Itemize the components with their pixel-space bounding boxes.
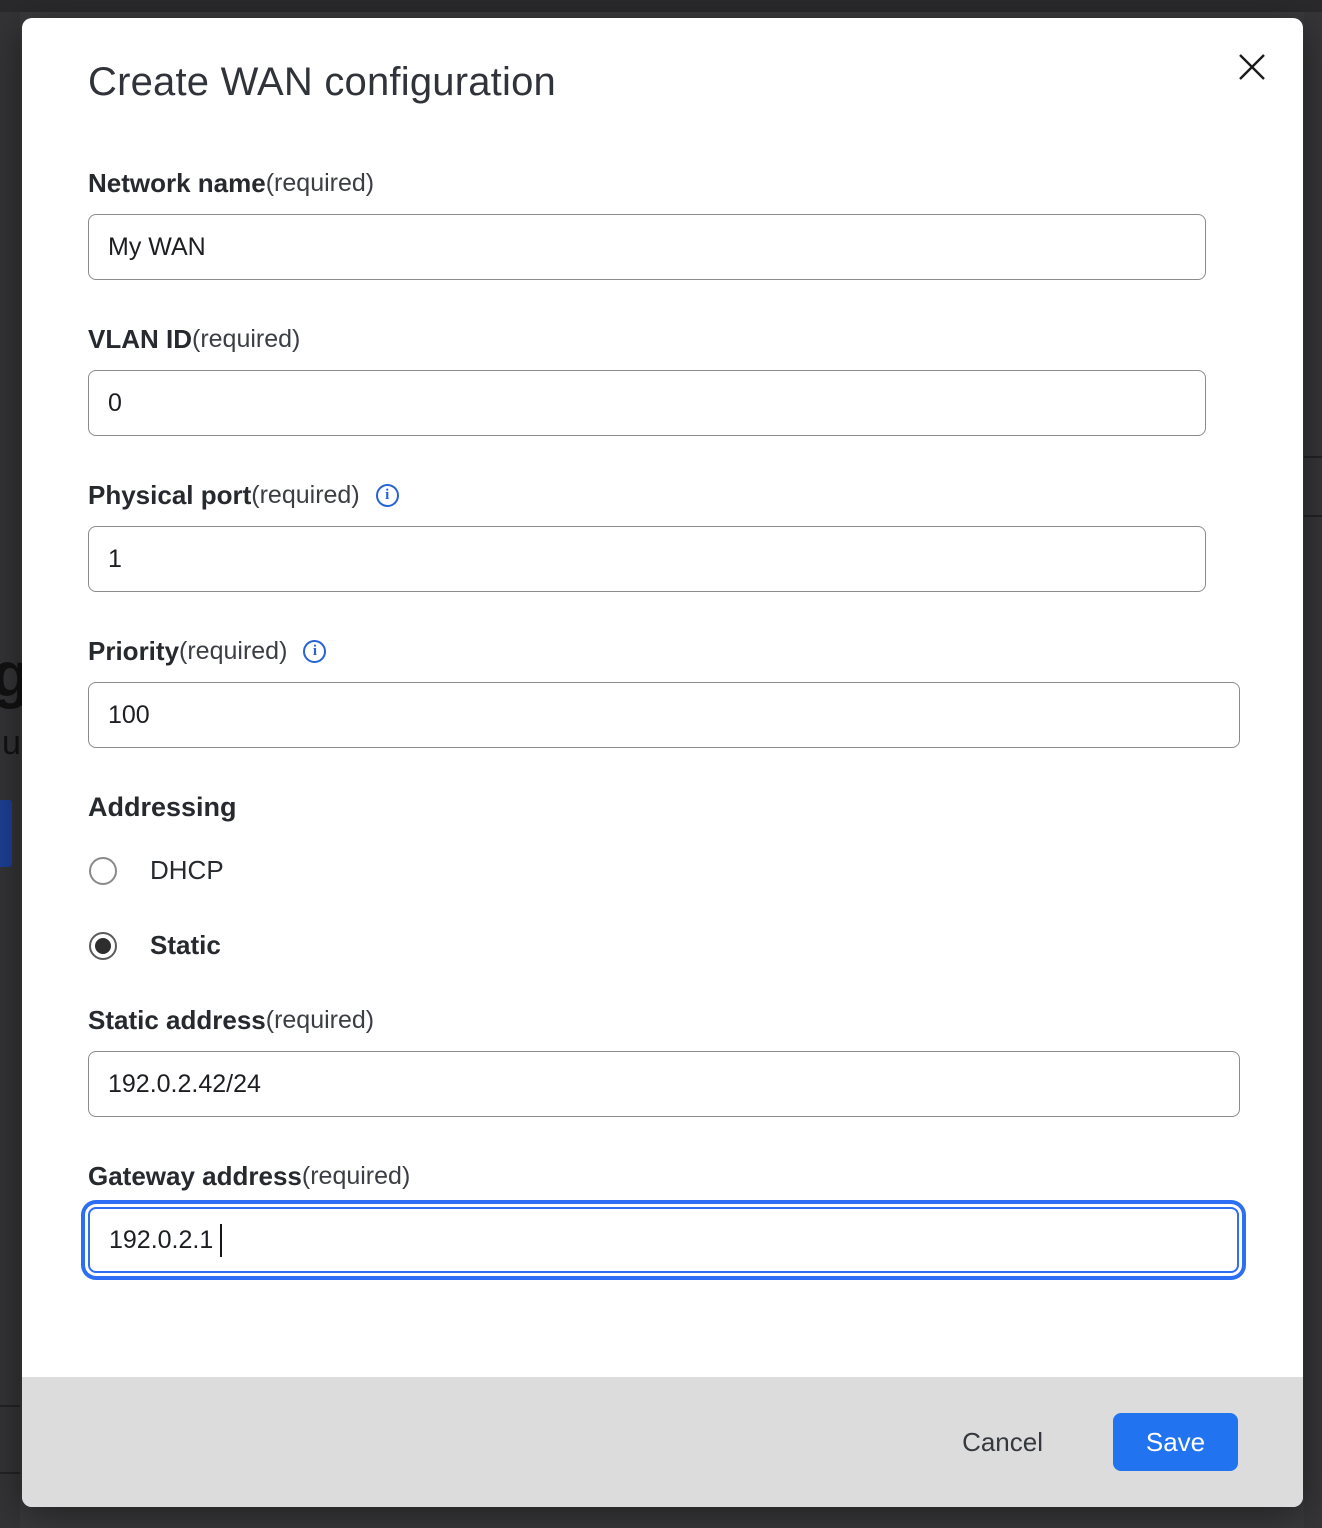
create-wan-dialog: Create WAN configuration Network name (r… (22, 18, 1303, 1507)
background-table-divider (0, 1472, 20, 1474)
background-text-fragment: u (2, 724, 21, 763)
network-name-input[interactable] (88, 214, 1206, 280)
save-button[interactable]: Save (1113, 1413, 1238, 1471)
network-name-label: Network name (required) (88, 168, 1248, 199)
radio-label-dhcp: DHCP (150, 855, 224, 886)
priority-input[interactable] (88, 682, 1240, 748)
gateway-address-field-focused (88, 1207, 1239, 1273)
static-address-input[interactable] (88, 1051, 1240, 1117)
background-page-top-edge (0, 0, 1322, 12)
info-icon[interactable]: i (303, 640, 326, 663)
radio-option-dhcp[interactable]: DHCP (88, 855, 1248, 886)
physical-port-input[interactable] (88, 526, 1206, 592)
gateway-address-label: Gateway address (required) (88, 1161, 1248, 1192)
radio-option-static[interactable]: Static (88, 930, 1248, 961)
static-address-label: Static address (required) (88, 1005, 1248, 1036)
info-icon[interactable]: i (376, 484, 399, 507)
addressing-heading: Addressing (88, 792, 1248, 823)
vlan-id-label: VLAN ID (required) (88, 324, 1248, 355)
background-page-left-edge (0, 12, 20, 1528)
background-table-divider (0, 1405, 20, 1407)
gateway-address-input[interactable] (88, 1207, 1239, 1273)
background-table-divider (1304, 515, 1322, 517)
text-cursor (220, 1224, 222, 1257)
priority-label: Priority(required)i (88, 636, 1248, 667)
wan-form: Network name (required) VLAN ID (require… (88, 18, 1248, 1273)
radio-selected-icon[interactable] (89, 932, 117, 960)
vlan-id-input[interactable] (88, 370, 1206, 436)
radio-label-static: Static (150, 930, 221, 961)
radio-unselected-icon[interactable] (89, 857, 117, 885)
dialog-footer: Cancel Save (22, 1377, 1303, 1507)
cancel-button[interactable]: Cancel (942, 1417, 1063, 1468)
background-blue-button-fragment (0, 800, 12, 867)
background-table-divider (1304, 456, 1322, 458)
background-page-right-edge (1304, 12, 1322, 1528)
physical-port-label: Physical port (required)i (88, 480, 1248, 511)
